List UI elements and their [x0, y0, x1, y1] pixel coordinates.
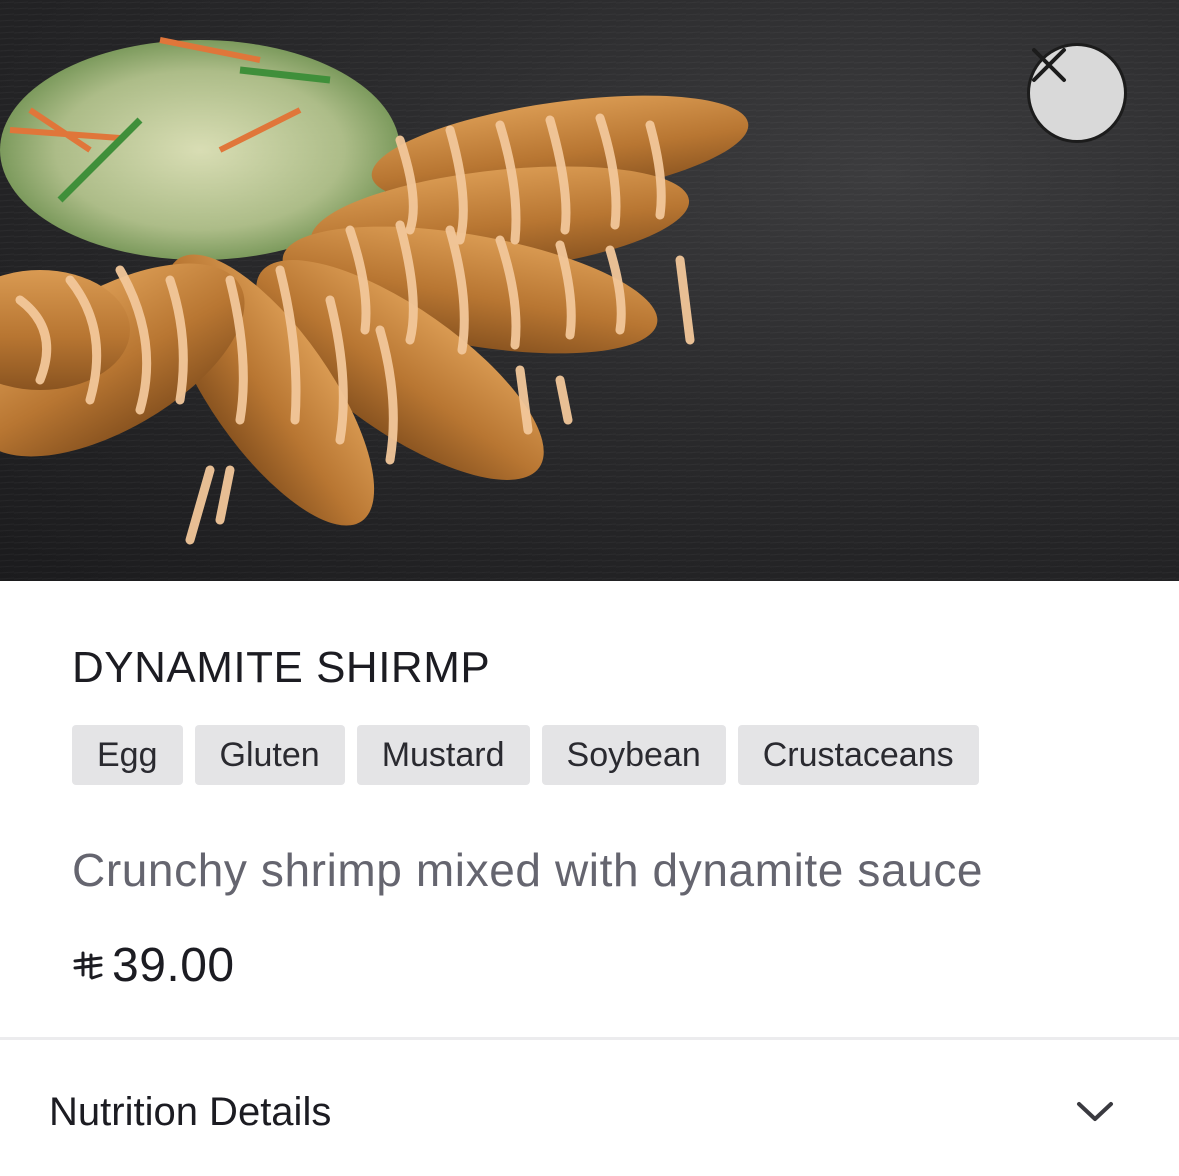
allergen-tag: Gluten — [194, 725, 345, 785]
chevron-down-icon — [1077, 1102, 1113, 1121]
riyal-icon — [72, 950, 104, 982]
allergen-tags: Egg Gluten Mustard Soybean Crustaceans — [72, 725, 979, 785]
allergen-tag: Soybean — [541, 725, 726, 785]
allergen-tag: Egg — [72, 725, 183, 785]
price-value: 39.00 — [112, 939, 235, 992]
allergen-tag: Mustard — [356, 725, 530, 785]
close-icon — [1032, 48, 1066, 82]
nutrition-details-toggle[interactable]: Nutrition Details — [0, 1040, 1179, 1176]
nutrition-details-label: Nutrition Details — [49, 1090, 332, 1134]
product-title: DYNAMITE SHIRMP — [72, 643, 491, 692]
product-photo — [0, 0, 1179, 581]
product-price: 39.00 — [72, 938, 235, 993]
allergen-tag: Crustaceans — [737, 725, 979, 785]
close-button[interactable] — [1027, 43, 1127, 143]
product-description: Crunchy shrimp mixed with dynamite sauce — [72, 844, 984, 896]
product-image — [0, 0, 1179, 581]
